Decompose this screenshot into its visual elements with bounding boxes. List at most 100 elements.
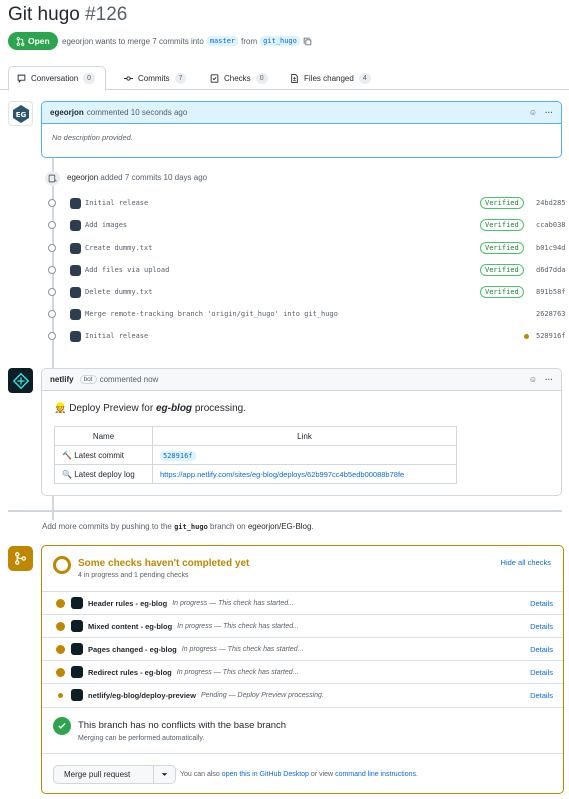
merge-status-icon	[8, 546, 33, 571]
avatar-netlify[interactable]	[8, 368, 33, 393]
commit-author-avatar[interactable]	[70, 264, 81, 276]
svg-text:EG: EG	[15, 111, 26, 119]
comment-author[interactable]: egeorjon	[50, 108, 84, 117]
check-row: Pages changed - eg-blog In progress — Th…	[42, 637, 563, 660]
commit-row: Create dummy.txt Verified b01c94d	[46, 240, 566, 256]
row-deploy-log-name: 🔍 Latest deploy log	[54, 464, 153, 484]
pr-title: Git hugo #126	[8, 4, 127, 26]
comment-header: egeorjon commented 10 seconds ago ☺ ···	[42, 102, 561, 124]
latest-commit-sha[interactable]: 528916f	[160, 450, 196, 461]
commit-author-avatar[interactable]	[70, 330, 81, 342]
verified-badge[interactable]: Verified	[480, 286, 524, 298]
deploy-table: Name Link 🔨 Latest commit 528916f 🔍 Late…	[54, 426, 457, 484]
netlify-app-icon	[71, 666, 83, 678]
merge-options-dropdown[interactable]	[153, 766, 175, 783]
commits-event-author[interactable]: egeorjon	[67, 173, 98, 182]
copy-icon[interactable]	[303, 37, 312, 46]
check-details-link[interactable]: Details	[530, 622, 553, 631]
check-row: Header rules - eg-blog In progress — Thi…	[42, 591, 563, 614]
commit-message[interactable]: Add files via upload	[85, 266, 169, 274]
pr-meta-text: egeorjon wants to merge 7 commits into	[62, 36, 204, 46]
chevron-down-icon	[161, 773, 168, 776]
comment-time[interactable]: commented now	[100, 375, 159, 384]
check-details-link[interactable]: Details	[530, 645, 553, 654]
check-status: Pending — Deploy Preview processing.	[200, 691, 324, 699]
netlify-logo-icon	[12, 372, 29, 389]
merge-hint: You can also open this in GitHub Desktop…	[180, 771, 418, 778]
tab-files-changed[interactable]: Files changed 4	[282, 66, 379, 91]
no-conflicts-title: This branch has no conflicts with the ba…	[78, 720, 287, 731]
commit-dot-icon	[48, 288, 56, 296]
deploy-preview-heading: 👷 Deploy Preview for eg-blog processing.	[54, 403, 246, 414]
commit-author-avatar[interactable]	[70, 197, 81, 209]
command-line-link[interactable]: command line instructions	[335, 771, 416, 778]
check-name: Pages changed - eg-blog	[88, 644, 177, 654]
avatar-egeorjon[interactable]: EG	[8, 101, 33, 126]
commit-sha[interactable]: ccab038	[536, 221, 566, 229]
pending-status-icon[interactable]	[524, 333, 529, 339]
more-options-icon[interactable]: ···	[545, 108, 553, 117]
base-branch[interactable]: master	[206, 36, 239, 46]
pending-icon	[58, 692, 63, 698]
tab-checks[interactable]: Checks 0	[202, 66, 276, 91]
row-latest-commit-name: 🔨 Latest commit	[54, 445, 153, 465]
verified-badge[interactable]: Verified	[480, 242, 524, 254]
commit-sha[interactable]: 891b58f	[536, 288, 566, 296]
verified-badge[interactable]: Verified	[480, 264, 524, 276]
comment-time[interactable]: commented 10 seconds ago	[87, 108, 188, 117]
smiley-icon[interactable]: ☺	[529, 108, 537, 117]
commit-sha[interactable]: 2628763	[536, 310, 566, 318]
pull-request-icon	[16, 36, 25, 46]
commit-author-avatar[interactable]	[70, 308, 81, 320]
commit-dot-icon	[48, 244, 56, 252]
commit-message[interactable]: Initial release	[85, 332, 148, 340]
smiley-icon[interactable]: ☺	[529, 375, 537, 384]
hammer-icon: 🔨	[62, 450, 72, 460]
hide-all-checks-link[interactable]: Hide all checks	[501, 558, 551, 567]
tab-commits[interactable]: Commits 7	[116, 66, 194, 91]
commit-sha[interactable]: b01c94d	[536, 244, 566, 252]
col-link-header: Link	[152, 426, 457, 446]
verified-badge[interactable]: Verified	[480, 197, 524, 209]
commit-dot-icon	[48, 199, 56, 207]
commit-author-avatar[interactable]	[70, 286, 81, 298]
check-row: Mixed content - eg-blog In progress — Th…	[42, 614, 563, 637]
pr-tabs: Conversation 0 Commits 7 Checks 0 Files …	[0, 66, 569, 91]
commit-message[interactable]: Merge remote-tracking branch 'origin/git…	[85, 310, 338, 318]
eg-logo-icon: EG	[12, 104, 29, 123]
commit-message[interactable]: Delete dummy.txt	[85, 288, 152, 296]
in-progress-icon	[56, 667, 65, 677]
commit-dot-icon	[48, 310, 56, 318]
head-branch[interactable]: git_hugo	[260, 36, 300, 46]
merge-pull-request-button[interactable]: Merge pull request	[54, 770, 153, 779]
commit-author-avatar[interactable]	[70, 242, 81, 254]
commit-message[interactable]: Add images	[85, 221, 127, 229]
in-progress-icon	[56, 621, 65, 631]
commit-dot-icon	[48, 266, 56, 274]
check-status: In progress — This check has started...	[176, 668, 299, 676]
deploy-title-prefix: Deploy Preview for	[69, 403, 154, 414]
check-details-link[interactable]: Details	[530, 599, 553, 608]
deploy-log-link[interactable]: https://app.netlify.com/sites/eg-blog/de…	[160, 470, 404, 479]
commit-sha[interactable]: 528916f	[536, 332, 566, 340]
netlify-app-icon	[71, 597, 83, 609]
comment-author[interactable]: netlify	[50, 375, 74, 384]
commit-message[interactable]: Create dummy.txt	[85, 244, 152, 252]
open-in-desktop-link[interactable]: open this in GitHub Desktop	[222, 771, 309, 778]
check-details-link[interactable]: Details	[530, 691, 553, 700]
check-details-link[interactable]: Details	[530, 668, 553, 677]
merge-button-group: Merge pull request	[53, 765, 176, 784]
verified-badge[interactable]: Verified	[480, 219, 524, 231]
commit-sha[interactable]: 24bd285	[536, 199, 566, 207]
commit-sha[interactable]: d6d7dda	[536, 266, 566, 274]
pr-title-text: Git hugo	[8, 4, 80, 25]
more-options-icon[interactable]: ···	[545, 375, 553, 384]
check-name: Mixed content - eg-blog	[88, 621, 173, 631]
commit-author-avatar[interactable]	[70, 219, 81, 231]
merge-divider	[42, 707, 563, 708]
netlify-app-icon	[71, 689, 83, 701]
check-name: Header rules - eg-blog	[88, 598, 168, 608]
tab-conversation[interactable]: Conversation 0	[8, 66, 106, 91]
commit-message[interactable]: Initial release	[85, 199, 148, 207]
comment-header: netlify bot commented now ☺ ···	[42, 369, 561, 391]
